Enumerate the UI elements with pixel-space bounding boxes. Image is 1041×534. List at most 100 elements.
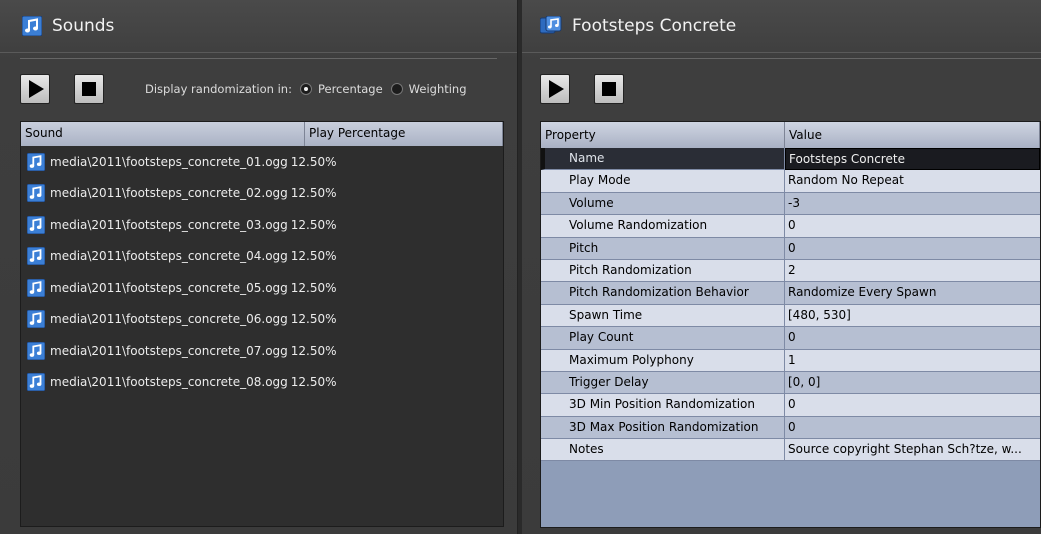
property-value[interactable]: -3 bbox=[785, 192, 1040, 216]
weighting-radio[interactable] bbox=[390, 83, 403, 95]
sound-list-item[interactable]: media\2011\footsteps_concrete_02.ogg 12.5… bbox=[21, 178, 503, 210]
column-property[interactable]: Property bbox=[541, 122, 785, 148]
property-value[interactable]: Source copyright Stephan Sch?tze, w... bbox=[785, 439, 1040, 462]
property-row[interactable]: Pitch 0 bbox=[541, 237, 1040, 260]
property-name: Play Mode bbox=[541, 170, 785, 193]
property-value[interactable]: Randomize Every Spawn bbox=[785, 282, 1040, 305]
sound-list-header: Sound Play Percentage bbox=[21, 122, 503, 146]
stop-button[interactable] bbox=[74, 74, 104, 104]
music-note-icon bbox=[27, 373, 45, 392]
property-value[interactable]: Footsteps Concrete bbox=[785, 148, 1040, 171]
header-divider bbox=[540, 58, 1041, 59]
sound-percentage: 12.50% bbox=[290, 217, 337, 232]
stop-icon bbox=[82, 82, 96, 96]
column-play-percentage[interactable]: Play Percentage bbox=[305, 122, 503, 146]
music-note-icon bbox=[27, 341, 45, 360]
sounds-title: Sounds bbox=[52, 16, 115, 36]
sound-file: media\2011\footsteps_concrete_05.ogg bbox=[50, 280, 288, 295]
sound-percentage: 12.50% bbox=[290, 186, 337, 201]
property-row[interactable]: Trigger Delay [0, 0] bbox=[541, 371, 1040, 395]
property-name: 3D Min Position Randomization bbox=[541, 394, 785, 417]
percentage-label[interactable]: Percentage bbox=[318, 82, 383, 96]
sounds-panel: Sounds Display randomization in: Percent… bbox=[0, 0, 518, 534]
property-name: Maximum Polyphony bbox=[541, 349, 785, 372]
sound-list-item[interactable]: media\2011\footsteps_concrete_06.ogg 12.5… bbox=[21, 304, 503, 336]
property-row[interactable]: Pitch Randomization Behavior Randomize Ev… bbox=[541, 282, 1040, 305]
property-row[interactable]: 3D Max Position Randomization 0 bbox=[541, 416, 1040, 440]
sound-file: media\2011\footsteps_concrete_06.ogg bbox=[50, 312, 288, 327]
sound-file: media\2011\footsteps_concrete_08.ogg bbox=[50, 375, 288, 390]
sound-list-item[interactable]: media\2011\footsteps_concrete_07.ogg 12.5… bbox=[21, 335, 503, 367]
property-value[interactable]: Random No Repeat bbox=[785, 170, 1040, 193]
property-row[interactable]: Name Footsteps Concrete bbox=[541, 148, 1040, 171]
property-row[interactable]: Notes Source copyright Stephan Sch?tze, w… bbox=[541, 439, 1040, 462]
play-button[interactable] bbox=[20, 74, 50, 104]
property-grid-header: Property Value bbox=[541, 122, 1040, 148]
property-value[interactable]: 0 bbox=[785, 237, 1040, 260]
property-name: Play Count bbox=[541, 327, 785, 350]
sound-list-item[interactable]: media\2011\footsteps_concrete_05.ogg 12.5… bbox=[21, 272, 503, 304]
weighting-label[interactable]: Weighting bbox=[409, 82, 467, 96]
sound-file: media\2011\footsteps_concrete_03.ogg bbox=[50, 217, 288, 232]
sound-list[interactable]: Sound Play Percentage media\2011\footste… bbox=[20, 121, 504, 527]
property-value[interactable]: 1 bbox=[785, 349, 1040, 372]
property-name: 3D Max Position Randomization bbox=[541, 416, 785, 440]
property-value[interactable]: [480, 530] bbox=[785, 304, 1040, 328]
header-divider bbox=[20, 58, 497, 59]
sound-list-item[interactable]: media\2011\footsteps_concrete_04.ogg 12.5… bbox=[21, 241, 503, 273]
sound-percentage: 12.50% bbox=[290, 375, 337, 390]
property-value[interactable]: 0 bbox=[785, 327, 1040, 350]
property-name: Pitch Randomization bbox=[541, 259, 785, 283]
property-name: Trigger Delay bbox=[541, 371, 785, 395]
property-value[interactable]: 0 bbox=[785, 215, 1040, 238]
property-name: Volume Randomization bbox=[541, 215, 785, 238]
property-name: Pitch bbox=[541, 237, 785, 260]
property-row[interactable]: Volume Randomization 0 bbox=[541, 215, 1040, 238]
stop-icon bbox=[602, 82, 616, 96]
music-note-icon bbox=[27, 310, 45, 329]
music-note-icon bbox=[27, 184, 45, 203]
property-name: Spawn Time bbox=[541, 304, 785, 328]
music-note-icon bbox=[27, 215, 45, 234]
sound-file: media\2011\footsteps_concrete_04.ogg bbox=[50, 249, 288, 264]
play-icon bbox=[29, 80, 44, 98]
property-row[interactable]: Play Mode Random No Repeat bbox=[541, 170, 1040, 193]
stop-button[interactable] bbox=[594, 74, 624, 104]
property-name: Volume bbox=[541, 192, 785, 216]
property-name: Name bbox=[541, 148, 785, 171]
property-name: Notes bbox=[541, 439, 785, 462]
property-value[interactable]: 2 bbox=[785, 259, 1040, 283]
property-row[interactable]: Maximum Polyphony 1 bbox=[541, 349, 1040, 372]
music-note-icon bbox=[27, 278, 45, 297]
play-button[interactable] bbox=[540, 74, 570, 104]
property-value[interactable]: [0, 0] bbox=[785, 371, 1040, 395]
property-row[interactable]: Volume -3 bbox=[541, 192, 1040, 216]
sound-list-item[interactable]: media\2011\footsteps_concrete_03.ogg 12.5… bbox=[21, 209, 503, 241]
properties-title: Footsteps Concrete bbox=[572, 16, 737, 36]
property-row[interactable]: Play Count 0 bbox=[541, 327, 1040, 350]
sound-file: media\2011\footsteps_concrete_01.ogg bbox=[50, 154, 288, 169]
sounds-header: Sounds bbox=[0, 0, 517, 53]
percentage-radio[interactable] bbox=[299, 83, 312, 95]
property-row[interactable]: Pitch Randomization 2 bbox=[541, 259, 1040, 283]
music-note-icon bbox=[22, 16, 42, 36]
sound-group-icon bbox=[540, 16, 562, 34]
property-row[interactable]: Spawn Time [480, 530] bbox=[541, 304, 1040, 328]
randomization-label: Display randomization in: bbox=[145, 82, 292, 96]
column-sound[interactable]: Sound bbox=[21, 122, 305, 146]
play-icon bbox=[549, 80, 564, 98]
column-value[interactable]: Value bbox=[785, 122, 1040, 148]
sound-percentage: 12.50% bbox=[290, 343, 337, 358]
property-grid[interactable]: Property Value Name Footsteps Concrete Pla… bbox=[540, 121, 1041, 528]
music-note-icon bbox=[27, 247, 45, 266]
sound-list-item[interactable]: media\2011\footsteps_concrete_01.ogg 12.5… bbox=[21, 146, 503, 178]
sound-file: media\2011\footsteps_concrete_07.ogg bbox=[50, 343, 288, 358]
property-value[interactable]: 0 bbox=[785, 416, 1040, 440]
sound-file: media\2011\footsteps_concrete_02.ogg bbox=[50, 186, 288, 201]
sound-list-item[interactable]: media\2011\footsteps_concrete_08.ogg 12.5… bbox=[21, 367, 503, 399]
property-row[interactable]: 3D Min Position Randomization 0 bbox=[541, 394, 1040, 417]
property-value[interactable]: 0 bbox=[785, 394, 1040, 417]
sound-percentage: 12.50% bbox=[290, 249, 337, 264]
property-name: Pitch Randomization Behavior bbox=[541, 282, 785, 305]
sound-percentage: 12.50% bbox=[290, 312, 337, 327]
